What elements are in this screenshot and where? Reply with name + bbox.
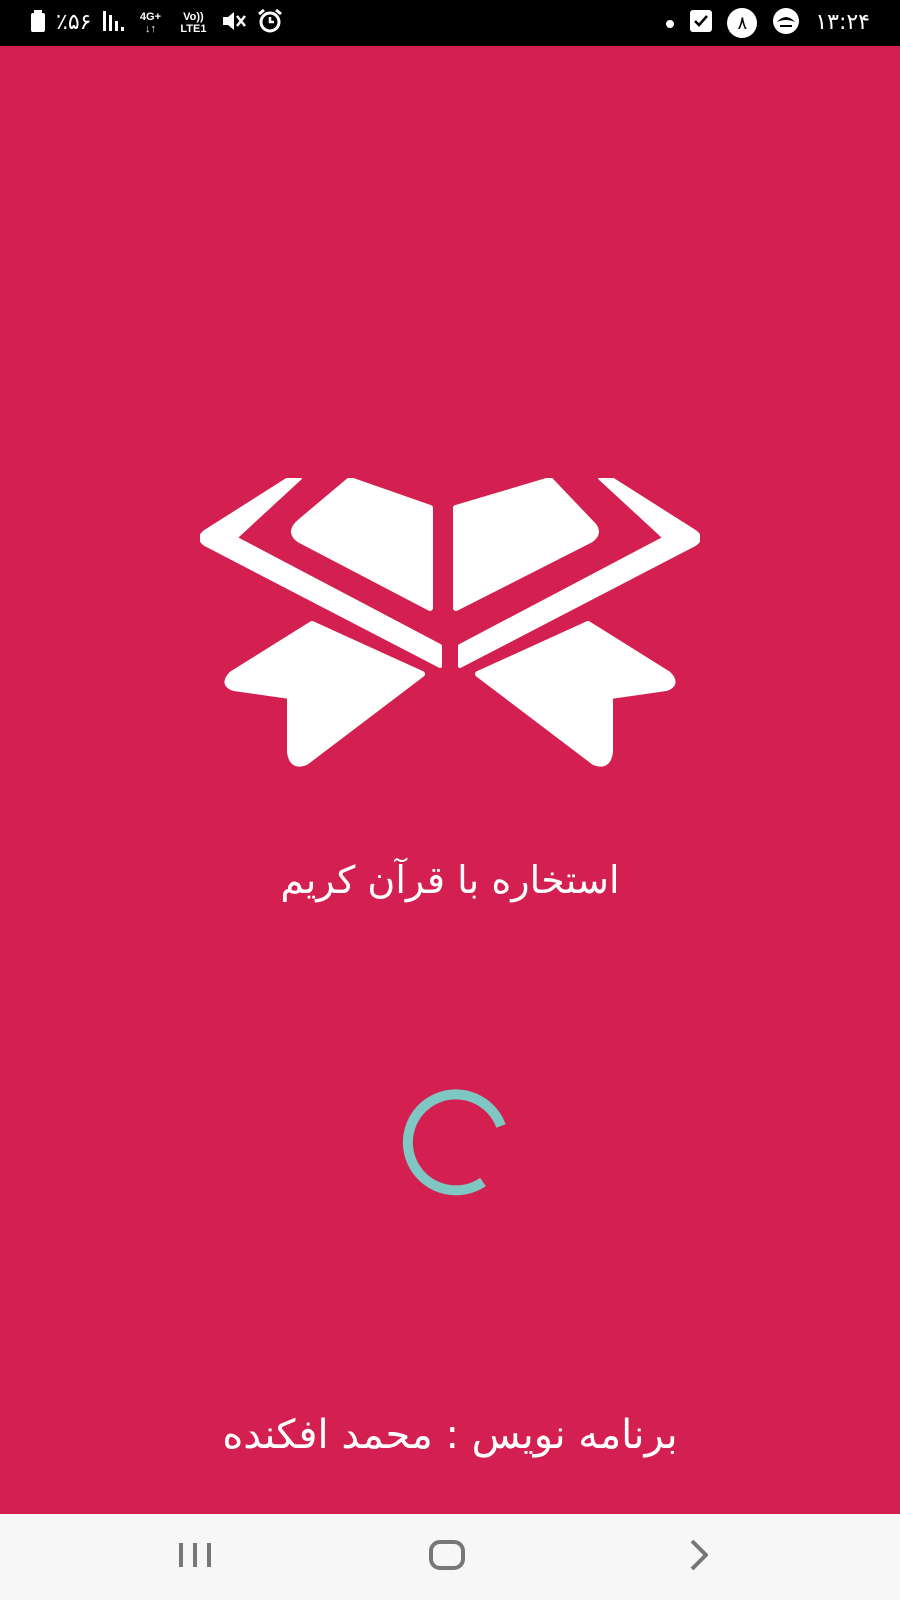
network-4g: 4G+ [139,11,161,23]
status-time: ۱۳:۲۴ [815,10,870,35]
alarm-icon [257,8,283,38]
lte-label: LTE1 [180,23,207,35]
loading-spinner-icon [388,1086,512,1210]
recents-icon [177,1540,213,1574]
back-icon [687,1538,711,1576]
app-notification-icon [771,6,801,40]
network-type: 4G+ ↓↑ [135,11,165,35]
home-button[interactable] [402,1514,492,1600]
battery-icon [30,9,46,37]
quran-book-icon [199,476,701,784]
dot-icon [665,14,675,33]
volte-indicator: Vo)) LTE1 [175,11,211,35]
developer-credit: برنامه نویس : محمد افکنده [222,1412,678,1458]
volte-label: Vo)) [183,11,204,23]
mute-icon [221,9,247,37]
home-icon [428,1538,466,1576]
navigation-bar [0,1514,900,1600]
battery-level: ٪۵۶ [56,10,92,35]
status-left: ٪۵۶ 4G+ ↓↑ Vo)) LTE1 [30,0,283,46]
notification-count: ۸ [737,12,748,34]
badge-icon: ۸ [727,8,758,38]
back-button[interactable] [654,1514,744,1600]
network-arrows-icon: ↓↑ [144,23,156,35]
status-bar: ٪۵۶ 4G+ ↓↑ Vo)) LTE1 ۸ ۱۳:۲۴ [0,0,900,46]
app-title: استخاره با قرآن کریم [280,858,620,902]
status-right: ۸ ۱۳:۲۴ [665,0,870,46]
recents-button[interactable] [150,1514,240,1600]
signal-icon [101,9,125,37]
check-notification-icon [689,9,713,37]
